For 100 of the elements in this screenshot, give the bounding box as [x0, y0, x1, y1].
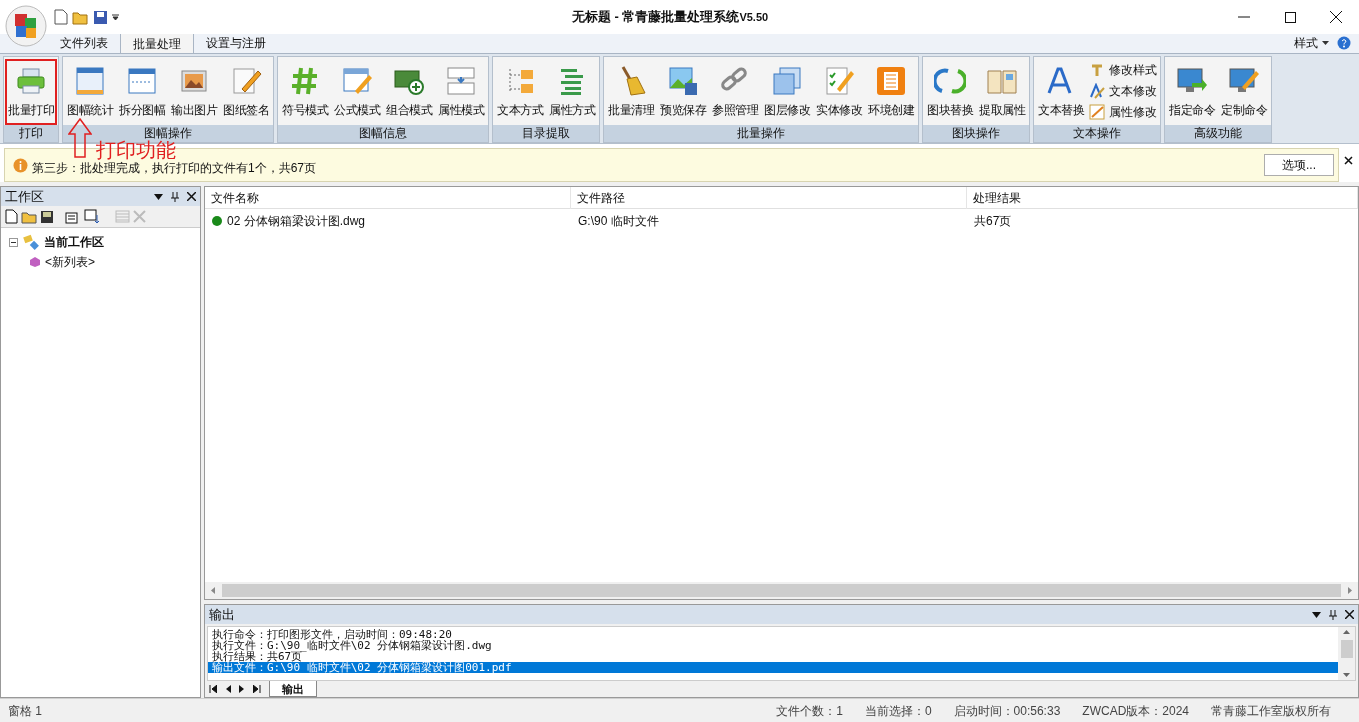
ribbon-group-title: 图块操作: [923, 125, 1029, 142]
next-icon[interactable]: [239, 685, 245, 693]
dropdown-caret-icon[interactable]: [112, 13, 119, 21]
pencil-paper-icon: [230, 65, 262, 97]
ribbon-button[interactable]: 文本替换: [1035, 59, 1087, 125]
layers-icon: [771, 65, 803, 97]
vertical-scrollbar[interactable]: [1338, 627, 1355, 680]
ribbon-button[interactable]: 批量清理: [605, 59, 657, 125]
annotation-text: 打印功能: [96, 140, 176, 160]
maximize-icon: [1284, 11, 1296, 23]
close-icon[interactable]: [1345, 610, 1354, 619]
pin-icon[interactable]: [171, 191, 179, 202]
ribbon-button[interactable]: 输出图片: [168, 59, 220, 125]
horizontal-scrollbar[interactable]: [205, 582, 1358, 599]
first-page-icon[interactable]: [209, 685, 217, 693]
output-line: 执行结果：共67页: [211, 651, 303, 662]
ribbon-button[interactable]: 拆分图幅: [116, 59, 168, 125]
panel-title: 输出: [209, 605, 236, 624]
menu-tab[interactable]: 批量处理: [120, 33, 194, 53]
attribute-list-icon: [445, 65, 477, 97]
ribbon-button[interactable]: 定制命令: [1218, 59, 1270, 125]
ribbon-button[interactable]: 属性模式: [435, 59, 487, 125]
new-file-icon[interactable]: [54, 9, 68, 25]
caret-icon: [1322, 41, 1329, 45]
output-line: 执行命令：打印图形文件，启动时间：09:48:20: [211, 629, 452, 640]
window-icon: [126, 65, 158, 97]
ribbon-button[interactable]: 符号模式: [279, 59, 331, 125]
help-icon[interactable]: [1337, 36, 1351, 50]
ribbon-group-title: 高级功能: [1165, 125, 1271, 142]
expander-icon[interactable]: [9, 237, 18, 247]
ribbon-button[interactable]: 图块替换: [924, 59, 976, 125]
ribbon-small-button[interactable]: 文本修改: [1087, 80, 1159, 101]
save-icon[interactable]: [40, 209, 54, 224]
ribbon-button[interactable]: 组合模式: [383, 59, 435, 125]
grid-icon: [115, 210, 130, 223]
ribbon-button[interactable]: 实体修改: [813, 59, 865, 125]
ribbon-button[interactable]: 参照管理: [709, 59, 761, 125]
ribbon-button[interactable]: 提取属性: [976, 59, 1028, 125]
new-file-icon[interactable]: [5, 209, 18, 224]
panel-title: 工作区: [5, 187, 45, 206]
ribbon-button[interactable]: 环境创建: [865, 59, 917, 125]
open-folder-icon[interactable]: [21, 209, 37, 224]
menu-tab[interactable]: 设置与注册: [194, 33, 278, 53]
open-folder-icon[interactable]: [72, 9, 89, 25]
ribbon-button[interactable]: 图纸签名: [220, 59, 272, 125]
style-menu[interactable]: 样式: [1290, 33, 1333, 53]
scroll-up-icon[interactable]: [1342, 627, 1351, 636]
window-title: 无标题 - 常青藤批量处理系统V5.50: [570, 8, 770, 27]
delete-icon: [133, 210, 146, 223]
checklist-pencil-icon: [823, 65, 855, 97]
ribbon-button[interactable]: 指定命令: [1166, 59, 1218, 125]
previous-icon[interactable]: [225, 685, 231, 693]
column-header[interactable]: 文件名称: [205, 187, 571, 209]
dropdown-icon[interactable]: [1312, 611, 1321, 618]
info-message: 第三步：批处理完成，执行打印的文件有1个，共67页: [32, 161, 318, 175]
output-line: 执行文件：G:\90_临时文件\02 分体钢箱梁设计图.dwg: [211, 640, 493, 651]
save-icon[interactable]: [93, 9, 108, 25]
ribbon-button[interactable]: 公式模式: [331, 59, 383, 125]
scroll-down-icon[interactable]: [1342, 671, 1351, 680]
close-icon: [1330, 11, 1342, 23]
status-text: 窗格 1: [8, 702, 43, 720]
list-document-icon: [875, 65, 907, 97]
close-icon[interactable]: [187, 192, 196, 201]
picture-disk-icon: [667, 65, 699, 97]
workspace-icon: [22, 234, 40, 250]
ribbon-group-title: 文本操作: [1034, 125, 1160, 142]
status-text: 文件个数：1: [776, 702, 843, 720]
status-text: 常青藤工作室版权所有: [1211, 702, 1331, 720]
printer-icon: [15, 65, 47, 97]
ribbon-small-button[interactable]: 修改样式: [1087, 59, 1159, 80]
column-header[interactable]: 处理结果: [967, 187, 1358, 209]
minimize-icon: [1238, 16, 1250, 18]
ribbon-group-title: 图幅信息: [278, 125, 488, 142]
status-text: 当前选择：0: [864, 702, 932, 720]
status-text: ZWCAD版本：2024: [1082, 702, 1189, 720]
ribbon-button[interactable]: 文本方式: [494, 59, 546, 125]
status-text: 启动时间：00:56:33: [953, 702, 1061, 720]
options-button[interactable]: 选项...: [1264, 154, 1334, 176]
ribbon-button[interactable]: 属性方式: [546, 59, 598, 125]
pin-icon[interactable]: [1329, 609, 1337, 620]
menu-tab[interactable]: 文件列表: [48, 33, 120, 53]
ribbon-button[interactable]: 预览保存: [657, 59, 709, 125]
dropdown-icon[interactable]: [154, 193, 163, 200]
column-header[interactable]: 文件路径: [571, 187, 967, 209]
last-page-icon[interactable]: [253, 685, 261, 693]
tree-item[interactable]: 当前工作区: [44, 233, 104, 251]
properties-icon[interactable]: [65, 209, 81, 224]
output-tab[interactable]: 输出: [269, 681, 317, 697]
ribbon-button[interactable]: 图层修改: [761, 59, 813, 125]
a-pencil-icon: [1089, 82, 1105, 99]
table-cell-text: G:\90 临时文件: [578, 212, 659, 230]
up-arrow-annotation-icon: [68, 118, 92, 158]
ribbon-button[interactable]: 批量打印: [5, 59, 57, 125]
ribbon-small-button[interactable]: 属性修改: [1087, 101, 1159, 122]
cube-icon: [29, 256, 41, 268]
table-cell-text: 共67页: [974, 212, 1012, 230]
ribbon-group-title: 批量操作: [604, 125, 918, 142]
list-down-icon[interactable]: [84, 209, 100, 224]
ribbon-button[interactable]: 图幅统计: [64, 59, 116, 125]
tree-item[interactable]: <新列表>: [45, 253, 95, 271]
